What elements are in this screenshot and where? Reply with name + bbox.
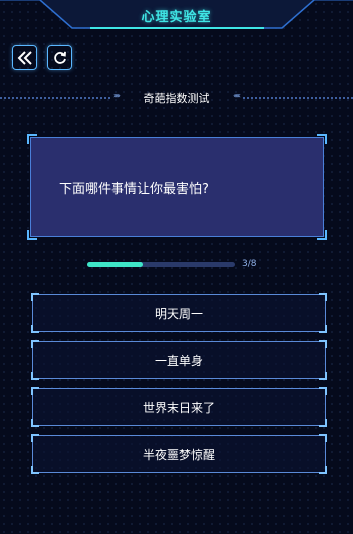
corner-decoration — [31, 466, 39, 474]
corner-decoration — [31, 434, 39, 442]
corner-decoration — [319, 372, 327, 380]
option-2[interactable]: 一直单身 — [31, 340, 327, 380]
corner-decoration — [27, 134, 37, 144]
progress-label: 3/8 — [242, 259, 257, 269]
option-3[interactable]: 世界末日来了 — [31, 387, 327, 427]
question-text: 下面哪件事情让你最害怕? — [59, 182, 209, 197]
progress-fill — [87, 262, 143, 267]
corner-decoration — [27, 230, 37, 240]
corner-decoration — [31, 419, 39, 427]
corner-decoration — [319, 419, 327, 427]
option-4[interactable]: 半夜噩梦惊醒 — [31, 434, 327, 474]
corner-decoration — [31, 340, 39, 348]
question-card: 下面哪件事情让你最害怕? — [27, 134, 327, 240]
divider-right — [243, 97, 353, 100]
option-label: 世界末日来了 — [142, 400, 215, 415]
corner-decoration — [317, 134, 327, 144]
back-button[interactable] — [12, 45, 37, 70]
corner-decoration — [319, 293, 327, 301]
page-title: 心理实验室 — [141, 10, 212, 25]
corner-decoration — [319, 325, 327, 333]
corner-decoration — [31, 387, 39, 395]
refresh-icon — [53, 51, 66, 64]
double-chevron-left-icon — [17, 50, 32, 65]
option-1[interactable]: 明天周一 — [31, 293, 327, 333]
corner-decoration — [319, 466, 327, 474]
refresh-button[interactable] — [47, 45, 72, 70]
corner-decoration — [31, 293, 39, 301]
corner-decoration — [319, 340, 327, 348]
option-label: 半夜噩梦惊醒 — [142, 447, 215, 462]
corner-decoration — [31, 325, 39, 333]
progress-bar — [87, 262, 235, 267]
corner-decoration — [31, 372, 39, 380]
header: 心理实验室 — [0, 0, 353, 36]
corner-decoration — [319, 434, 327, 442]
corner-decoration — [319, 387, 327, 395]
option-label: 一直单身 — [154, 353, 203, 368]
option-label: 明天周一 — [154, 306, 203, 321]
section-header: ››››› 奇葩指数测试 ‹‹‹‹‹ — [0, 88, 353, 106]
chevrons-left-icon: ‹‹‹‹‹ — [233, 91, 241, 100]
corner-decoration — [317, 230, 327, 240]
